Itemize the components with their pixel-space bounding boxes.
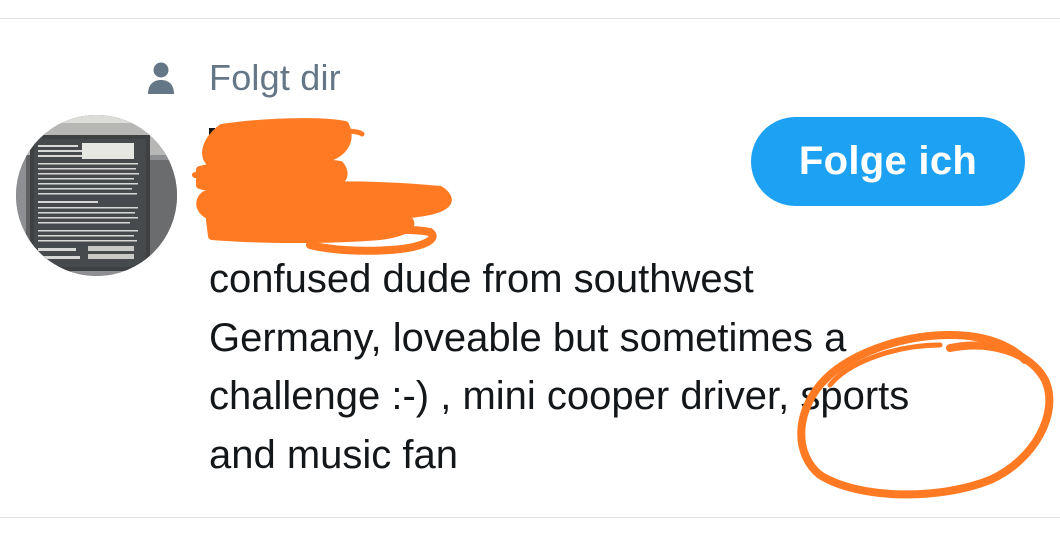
- top-divider: [0, 18, 1060, 19]
- bio-line: and music fan: [209, 432, 459, 477]
- profile-bio: confused dude from southwest Germany, lo…: [209, 250, 1009, 484]
- follow-button[interactable]: Folge ich: [751, 117, 1025, 206]
- redaction-scribble: [192, 118, 452, 255]
- follows-you-label: Folgt dir: [209, 57, 341, 98]
- follows-you-indicator: Folgt dir: [147, 55, 341, 101]
- bio-line: Germany, loveable but sometimes a: [209, 315, 847, 360]
- bottom-divider: [0, 517, 1060, 518]
- avatar[interactable]: [16, 115, 177, 276]
- bio-line: challenge :-) , mini cooper driver, spor…: [209, 374, 910, 418]
- person-icon: [147, 61, 175, 95]
- redacted-name-fragment: [209, 128, 215, 168]
- bio-line: confused dude from southwest: [209, 257, 754, 301]
